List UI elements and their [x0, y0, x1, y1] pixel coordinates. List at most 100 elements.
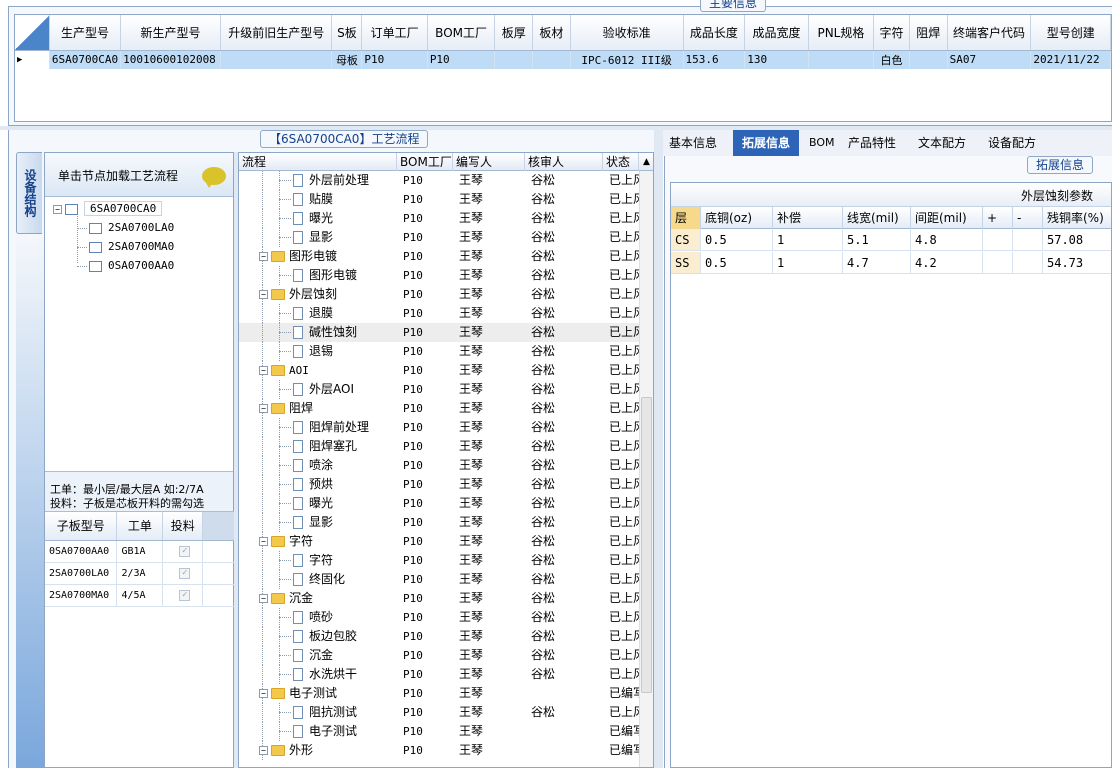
collapse-toggle-icon[interactable]: − — [259, 689, 268, 698]
process-step-cell[interactable]: 外层AOI — [293, 380, 397, 399]
col-header[interactable]: 新生产型号 — [120, 15, 221, 51]
col-header[interactable]: PNL规格 — [808, 15, 875, 51]
process-step-cell[interactable]: 喷涂 — [293, 456, 397, 475]
process-group-cell[interactable]: − 阻焊 — [259, 399, 397, 418]
tab-product-features[interactable]: 产品特性 — [848, 130, 908, 156]
process-row[interactable]: − 图形电镀 P10 王琴 谷松 已上风 — [239, 247, 639, 266]
col-header[interactable]: 工单 — [116, 512, 164, 541]
process-row[interactable]: 终固化 P10 王琴 谷松 已上风 — [239, 570, 639, 589]
param-col-header[interactable]: 线宽(mil) — [843, 207, 911, 229]
param-col-header[interactable]: 层 — [671, 207, 701, 229]
col-header[interactable]: 板厚 — [494, 15, 534, 51]
param-cell[interactable] — [1013, 229, 1043, 251]
process-step-cell[interactable]: 板边包胶 — [293, 627, 397, 646]
col-header[interactable]: 字符 — [873, 15, 910, 51]
process-step-cell[interactable]: 字符 — [293, 551, 397, 570]
process-step-cell[interactable]: 阻抗测试 — [293, 703, 397, 722]
process-row[interactable]: 沉金 P10 王琴 谷松 已上风 — [239, 646, 639, 665]
node-checkbox-icon[interactable] — [89, 222, 102, 234]
col-header[interactable]: 生产型号 — [49, 15, 122, 51]
process-row[interactable]: 退膜 P10 王琴 谷松 已上风 — [239, 304, 639, 323]
process-step-cell[interactable]: 碱性蚀刻 — [293, 323, 397, 342]
process-step-cell[interactable]: 外层前处理 — [293, 171, 397, 190]
param-cell[interactable] — [983, 252, 1013, 274]
col-header[interactable]: 型号创建 — [1030, 15, 1111, 51]
process-group-cell[interactable]: − 外形 — [259, 741, 397, 760]
param-cell[interactable]: 0.5 — [701, 229, 773, 251]
col-header[interactable]: 阻焊 — [909, 15, 948, 51]
cell-checkbox[interactable]: ✓ — [162, 584, 204, 607]
process-group-cell[interactable]: − 电子测试 — [259, 684, 397, 703]
process-row[interactable]: 外层前处理 P10 王琴 谷松 已上风 — [239, 171, 639, 190]
cell-checkbox[interactable]: ✓ — [162, 562, 204, 585]
table-row[interactable]: 2SA0700LA0 2/3A ✓ — [45, 562, 235, 585]
mid-right-splitter[interactable] — [654, 130, 663, 768]
process-row[interactable]: − AOI P10 王琴 谷松 已上风 — [239, 361, 639, 380]
tree-node-child[interactable]: 0SA0700AA0 — [77, 258, 174, 274]
process-row[interactable]: 碱性蚀刻 P10 王琴 谷松 已上风 — [239, 323, 639, 342]
param-cell[interactable]: 57.08 — [1043, 229, 1111, 251]
process-row[interactable]: − 外层蚀刻 P10 王琴 谷松 已上风 — [239, 285, 639, 304]
param-cell[interactable]: 1 — [773, 229, 843, 251]
node-checkbox-icon[interactable] — [89, 260, 102, 272]
process-group-cell[interactable]: − 沉金 — [259, 589, 397, 608]
collapse-toggle-icon[interactable]: − — [259, 404, 268, 413]
param-cell[interactable]: CS — [671, 229, 701, 251]
param-col-header[interactable]: - — [1013, 207, 1043, 229]
process-row[interactable]: 阻焊塞孔 P10 王琴 谷松 已上风 — [239, 437, 639, 456]
process-row[interactable]: 预烘 P10 王琴 谷松 已上风 — [239, 475, 639, 494]
corner-select-all[interactable] — [15, 15, 50, 51]
process-step-cell[interactable]: 曝光 — [293, 494, 397, 513]
etch-param-grid[interactable]: 外层蚀刻参数 层底铜(oz) 补偿 线宽(mil) 间距(mil) + - 残铜率(%) C… — [670, 182, 1112, 768]
process-step-cell[interactable]: 阻焊前处理 — [293, 418, 397, 437]
param-col-header[interactable]: 间距(mil) — [911, 207, 983, 229]
collapse-toggle-icon[interactable]: − — [259, 594, 268, 603]
col-header[interactable]: 升级前旧生产型号 — [220, 15, 333, 51]
cell-checkbox[interactable]: ✓ — [162, 540, 204, 563]
param-col-header[interactable]: 底铜(oz) — [701, 207, 773, 229]
col-header[interactable]: 终端客户代码 — [947, 15, 1032, 51]
process-row[interactable]: − 阻焊 P10 王琴 谷松 已上风 — [239, 399, 639, 418]
main-info-grid[interactable]: 生产型号 新生产型号 升级前旧生产型号 S板 订单工厂 BOM工厂 板厚 板材 验收标准 成品长度… — [14, 14, 1112, 122]
process-step-cell[interactable]: 贴膜 — [293, 190, 397, 209]
col-header-writer[interactable]: 编写人 — [453, 153, 525, 171]
tab-extended-info[interactable]: 拓展信息 — [733, 130, 799, 156]
process-step-cell[interactable]: 预烘 — [293, 475, 397, 494]
process-row[interactable]: 显影 P10 王琴 谷松 已上风 — [239, 228, 639, 247]
col-header[interactable]: 板材 — [532, 15, 571, 51]
process-row[interactable]: 退锡 P10 王琴 谷松 已上风 — [239, 342, 639, 361]
col-header-bom[interactable]: BOM工厂 — [397, 153, 453, 171]
param-col-header[interactable]: 补偿 — [773, 207, 843, 229]
collapse-toggle-icon[interactable]: − — [53, 204, 62, 214]
param-cell[interactable]: 1 — [773, 252, 843, 274]
param-cell[interactable]: 0.5 — [701, 252, 773, 274]
process-step-cell[interactable]: 退膜 — [293, 304, 397, 323]
param-cell[interactable]: 54.73 — [1043, 252, 1111, 274]
process-step-cell[interactable]: 显影 — [293, 513, 397, 532]
col-header[interactable]: 成品宽度 — [744, 15, 809, 51]
scroll-up-icon[interactable]: ▲ — [639, 153, 653, 171]
process-row[interactable]: − 沉金 P10 王琴 谷松 已上风 — [239, 589, 639, 608]
tree-node-child[interactable]: 2SA0700LA0 — [77, 220, 174, 236]
tab-bom[interactable]: BOM — [809, 130, 839, 156]
table-row[interactable]: ▶ 6SA0700CA0 10010600102008 母板 P10 P10 IPC-60… — [15, 50, 1111, 69]
process-row[interactable]: − 电子测试 P10 王琴 已编写 — [239, 684, 639, 703]
process-step-cell[interactable]: 阻焊塞孔 — [293, 437, 397, 456]
process-step-cell[interactable]: 显影 — [293, 228, 397, 247]
process-step-cell[interactable]: 沉金 — [293, 646, 397, 665]
process-row[interactable]: − 外形 P10 王琴 已编写 — [239, 741, 639, 760]
process-step-cell[interactable]: 电子测试 — [293, 722, 397, 741]
col-header[interactable]: 投料 — [162, 512, 204, 541]
process-tree-grid[interactable]: 流程 BOM工厂 编写人 核审人 状态 ▲ 外层前处理P10王琴谷松已上风贴膜P… — [238, 152, 654, 768]
process-row[interactable]: 贴膜 P10 王琴 谷松 已上风 — [239, 190, 639, 209]
col-header[interactable]: BOM工厂 — [427, 15, 496, 51]
process-row[interactable]: − 字符 P10 王琴 谷松 已上风 — [239, 532, 639, 551]
process-row[interactable]: 外层AOI P10 王琴 谷松 已上风 — [239, 380, 639, 399]
collapse-toggle-icon[interactable]: − — [259, 252, 268, 261]
process-step-cell[interactable]: 水洗烘干 — [293, 665, 397, 684]
collapse-toggle-icon[interactable]: − — [259, 366, 268, 375]
col-header[interactable]: 子板型号 — [45, 512, 118, 541]
tree-node-child[interactable]: 2SA0700MA0 — [77, 239, 174, 255]
collapse-toggle-icon[interactable]: − — [259, 746, 268, 755]
process-row[interactable]: 板边包胶 P10 王琴 谷松 已上风 — [239, 627, 639, 646]
